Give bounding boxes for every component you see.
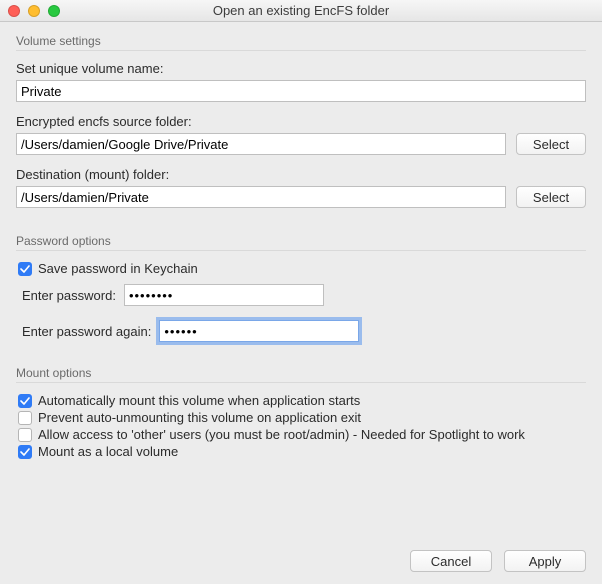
mount-options-label: Mount options	[16, 366, 586, 380]
check-icon	[20, 396, 30, 406]
local-volume-checkbox[interactable]	[18, 445, 32, 459]
password-options-group: Save password in Keychain Enter password…	[16, 250, 586, 352]
apply-button[interactable]: Apply	[504, 550, 586, 572]
auto-mount-label: Automatically mount this volume when app…	[38, 393, 360, 408]
window-title: Open an existing EncFS folder	[0, 3, 602, 18]
local-volume-label: Mount as a local volume	[38, 444, 178, 459]
destination-folder-label: Destination (mount) folder:	[16, 167, 586, 182]
enter-password-label: Enter password:	[22, 288, 116, 303]
select-destination-button[interactable]: Select	[516, 186, 586, 208]
enter-password-again-label: Enter password again:	[22, 324, 151, 339]
allow-other-label: Allow access to 'other' users (you must …	[38, 427, 525, 442]
volume-name-input[interactable]	[16, 80, 586, 102]
destination-folder-input[interactable]	[16, 186, 506, 208]
volume-settings-group: Set unique volume name: Encrypted encfs …	[16, 50, 586, 224]
save-keychain-label: Save password in Keychain	[38, 261, 198, 276]
prevent-unmount-checkbox[interactable]	[18, 411, 32, 425]
password-input[interactable]	[124, 284, 324, 306]
cancel-button[interactable]: Cancel	[410, 550, 492, 572]
check-icon	[20, 264, 30, 274]
allow-other-checkbox[interactable]	[18, 428, 32, 442]
check-icon	[20, 447, 30, 457]
auto-mount-checkbox[interactable]	[18, 394, 32, 408]
volume-settings-label: Volume settings	[16, 34, 586, 48]
dialog-footer: Cancel Apply	[410, 550, 586, 572]
mount-options-group: Automatically mount this volume when app…	[16, 382, 586, 465]
source-folder-input[interactable]	[16, 133, 506, 155]
titlebar: Open an existing EncFS folder	[0, 0, 602, 22]
save-keychain-checkbox[interactable]	[18, 262, 32, 276]
volume-name-label: Set unique volume name:	[16, 61, 586, 76]
password-options-label: Password options	[16, 234, 586, 248]
prevent-unmount-label: Prevent auto-unmounting this volume on a…	[38, 410, 361, 425]
select-source-button[interactable]: Select	[516, 133, 586, 155]
source-folder-label: Encrypted encfs source folder:	[16, 114, 586, 129]
password-again-input[interactable]	[159, 320, 359, 342]
